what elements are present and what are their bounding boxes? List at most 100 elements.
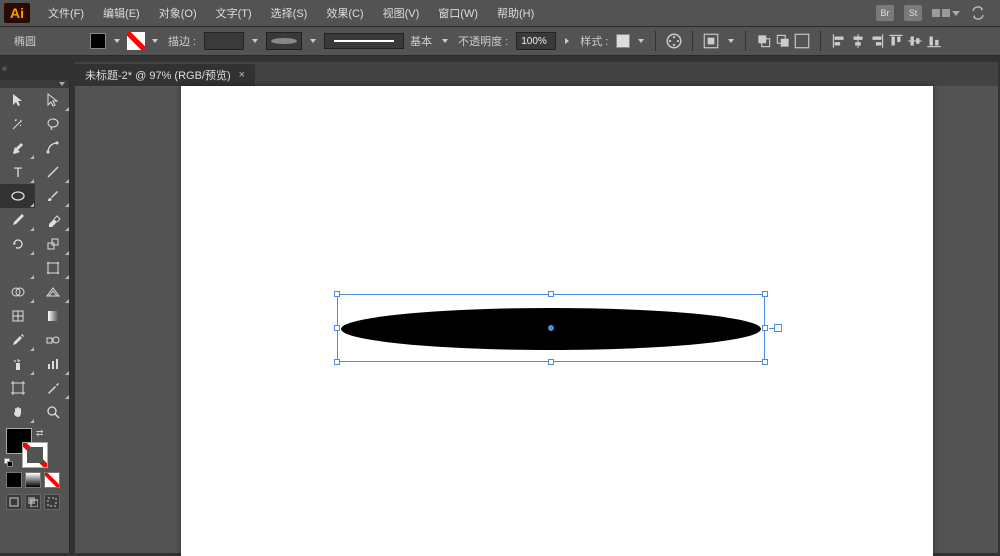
stock-button[interactable]: St: [904, 5, 922, 21]
style-dropdown[interactable]: [636, 33, 646, 49]
eraser-tool[interactable]: [35, 208, 70, 232]
menu-type[interactable]: 文字(T): [207, 1, 261, 25]
fill-stroke-controls[interactable]: ⇄: [0, 424, 69, 468]
line-segment-tool[interactable]: [35, 160, 70, 184]
fill-dropdown[interactable]: [112, 33, 122, 49]
resize-handle-tr[interactable]: [762, 291, 768, 297]
menu-edit[interactable]: 编辑(E): [94, 1, 149, 25]
graphic-style-swatch[interactable]: [616, 34, 630, 48]
canvas-area[interactable]: [75, 86, 998, 553]
symbol-sprayer-tool[interactable]: [0, 352, 35, 376]
resize-handle-tc[interactable]: [548, 291, 554, 297]
slice-tool[interactable]: [35, 376, 70, 400]
stroke-weight-input[interactable]: [204, 32, 244, 50]
shape-mode-group: [755, 32, 811, 50]
menu-object[interactable]: 对象(O): [150, 1, 206, 25]
lasso-tool[interactable]: [35, 112, 70, 136]
pencil-tool[interactable]: [0, 208, 35, 232]
resize-handle-bc[interactable]: [548, 359, 554, 365]
draw-behind-icon[interactable]: [25, 494, 41, 510]
arrange-button[interactable]: [774, 32, 792, 50]
paintbrush-tool[interactable]: [35, 184, 70, 208]
tool-panel: T ⇄: [0, 80, 70, 553]
align-to-button[interactable]: [702, 32, 720, 50]
resize-handle-tl[interactable]: [334, 291, 340, 297]
pen-tool[interactable]: [0, 136, 35, 160]
perspective-grid-tool[interactable]: [35, 280, 70, 304]
column-graph-tool[interactable]: [35, 352, 70, 376]
style-label: 样式 :: [578, 33, 610, 49]
align-vcenter-icon[interactable]: [906, 32, 924, 50]
tool-name-label: 椭圆: [12, 33, 38, 49]
fill-swatch[interactable]: [90, 33, 106, 49]
resize-handle-mr[interactable]: [762, 325, 768, 331]
color-mode-solid[interactable]: [6, 472, 22, 488]
align-left-icon[interactable]: [830, 32, 848, 50]
stroke-label: 描边 :: [166, 33, 198, 49]
menu-help[interactable]: 帮助(H): [488, 1, 543, 25]
opacity-label: 不透明度 :: [456, 33, 510, 49]
resize-handle-bl[interactable]: [334, 359, 340, 365]
isolate-button[interactable]: [793, 32, 811, 50]
shape-builder-tool[interactable]: [0, 280, 35, 304]
bridge-button[interactable]: Br: [876, 5, 894, 21]
mesh-tool[interactable]: [0, 304, 35, 328]
hand-tool[interactable]: [0, 400, 35, 424]
free-transform-tool[interactable]: [35, 256, 70, 280]
width-tool[interactable]: [0, 256, 35, 280]
resize-handle-ml[interactable]: [334, 325, 340, 331]
artboard-tool[interactable]: [0, 376, 35, 400]
recolor-icon[interactable]: [665, 32, 683, 50]
scale-tool[interactable]: [35, 232, 70, 256]
curvature-tool[interactable]: [35, 136, 70, 160]
selection-tool[interactable]: [0, 88, 35, 112]
align-top-icon[interactable]: [887, 32, 905, 50]
document-tab-close[interactable]: ×: [239, 69, 245, 81]
resize-handle-br[interactable]: [762, 359, 768, 365]
stroke-swatch[interactable]: [128, 33, 144, 49]
default-fill-stroke-icon[interactable]: [4, 458, 13, 467]
menu-select[interactable]: 选择(S): [262, 1, 317, 25]
stroke-dropdown[interactable]: [150, 33, 160, 49]
svg-text:T: T: [13, 164, 22, 180]
document-tab[interactable]: 未标题-2* @ 97% (RGB/预览) ×: [75, 64, 255, 86]
align-to-dropdown[interactable]: [726, 33, 736, 49]
transform-button[interactable]: [755, 32, 773, 50]
align-right-icon[interactable]: [868, 32, 886, 50]
rotate-tool[interactable]: [0, 232, 35, 256]
align-hcenter-icon[interactable]: [849, 32, 867, 50]
swap-fill-stroke-icon[interactable]: ⇄: [36, 428, 44, 439]
brush-definition[interactable]: [324, 33, 404, 49]
direct-selection-tool[interactable]: [35, 88, 70, 112]
magic-wand-tool[interactable]: [0, 112, 35, 136]
menu-window[interactable]: 窗口(W): [429, 1, 487, 25]
ellipse-tool[interactable]: [0, 184, 35, 208]
stroke-weight-dropdown[interactable]: [250, 33, 260, 49]
panel-collapse-indicator[interactable]: «: [0, 63, 14, 75]
blend-tool[interactable]: [35, 328, 70, 352]
menu-effect[interactable]: 效果(C): [317, 1, 372, 25]
color-mode-row: [0, 468, 69, 492]
menu-file[interactable]: 文件(F): [39, 1, 93, 25]
opacity-input[interactable]: 100%: [516, 32, 556, 50]
color-mode-none[interactable]: [44, 472, 60, 488]
draw-normal-icon[interactable]: [6, 494, 22, 510]
draw-inside-icon[interactable]: [44, 494, 60, 510]
tool-panel-header[interactable]: [0, 80, 69, 88]
align-bottom-icon[interactable]: [925, 32, 943, 50]
type-tool[interactable]: T: [0, 160, 35, 184]
menu-view[interactable]: 视图(V): [374, 1, 429, 25]
color-mode-gradient[interactable]: [25, 472, 41, 488]
gradient-tool[interactable]: [35, 304, 70, 328]
sync-icon[interactable]: [970, 5, 986, 21]
eyedropper-tool[interactable]: [0, 328, 35, 352]
profile-dropdown[interactable]: [308, 33, 318, 49]
variable-width-profile[interactable]: [266, 32, 302, 50]
brush-dropdown[interactable]: [440, 33, 450, 49]
stroke-color[interactable]: [22, 442, 48, 468]
live-shape-widget[interactable]: [774, 324, 782, 332]
center-point[interactable]: [548, 325, 554, 331]
arrange-documents-button[interactable]: [932, 9, 960, 17]
zoom-tool[interactable]: [35, 400, 70, 424]
opacity-more[interactable]: [562, 38, 572, 44]
